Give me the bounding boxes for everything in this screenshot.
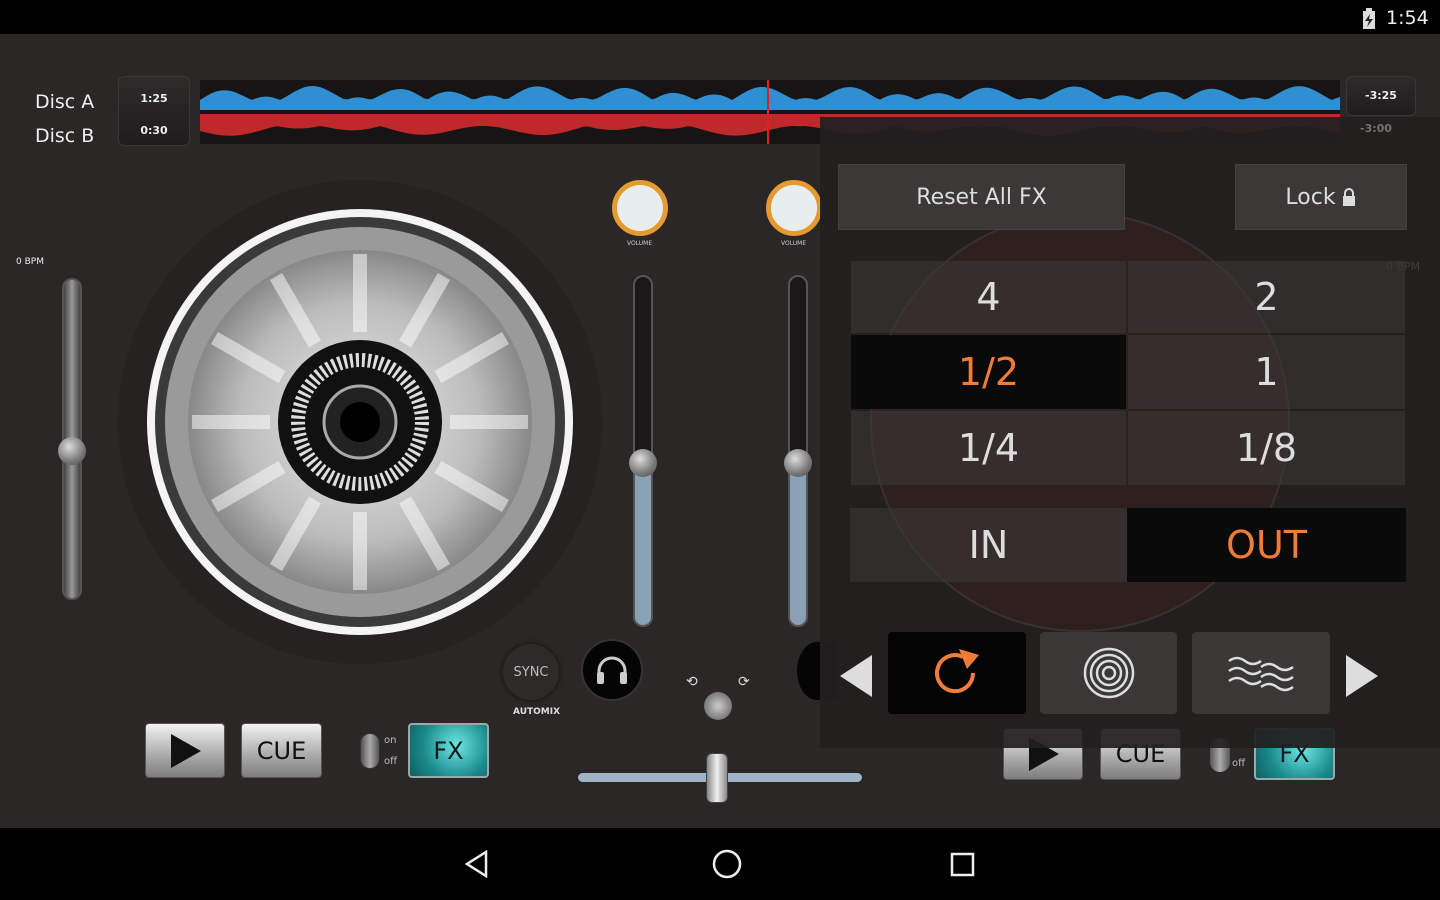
- play-button[interactable]: [145, 723, 225, 778]
- crossfader-thumb[interactable]: [706, 753, 728, 803]
- lock-label: Lock: [1285, 184, 1336, 210]
- channel-fader-a-thumb[interactable]: [629, 449, 657, 477]
- beat-length-grid: 4 2 1/2 1 1/4 1/8: [850, 260, 1406, 486]
- headphone-cue-button[interactable]: [581, 639, 643, 701]
- sync-button[interactable]: SYNC: [503, 644, 559, 700]
- battery-charging-icon: [1363, 8, 1375, 29]
- disc-b-remaining: -3:00: [1360, 122, 1392, 135]
- reset-all-fx-button[interactable]: Reset All FX: [838, 164, 1125, 230]
- volume-knob-b[interactable]: [766, 180, 822, 236]
- fx-prev-arrow-icon[interactable]: [840, 655, 874, 697]
- loop-icon: [935, 649, 979, 694]
- volume-label-b: VOLUME: [781, 240, 807, 247]
- crossfader-curve-knob[interactable]: [704, 692, 732, 720]
- waveform-disc-a: [200, 86, 1340, 110]
- elapsed-time-box: 1:25 0:30: [118, 76, 190, 146]
- disc-a-remaining: -3:25: [1365, 89, 1397, 102]
- play-icon: [171, 733, 201, 768]
- on-off-toggle[interactable]: [360, 733, 380, 769]
- lock-icon: [1342, 188, 1355, 206]
- spiral-icon: [1083, 647, 1134, 699]
- loop-in-button[interactable]: IN: [850, 508, 1127, 582]
- status-bar: 1:54: [0, 0, 1440, 34]
- beat-length-1-8[interactable]: 1/8: [1128, 411, 1405, 485]
- remaining-time-box: -3:25: [1346, 76, 1416, 116]
- disc-b-label: Disc B: [35, 125, 95, 147]
- fx-next-arrow-icon[interactable]: [1344, 655, 1378, 697]
- volume-label-a: VOLUME: [627, 240, 653, 247]
- bpm-readout: 0 BPM: [16, 257, 44, 267]
- clock: 1:54: [1386, 7, 1429, 29]
- loop-out-button[interactable]: OUT: [1127, 508, 1406, 582]
- disc-a-elapsed: 1:25: [140, 92, 168, 105]
- home-icon[interactable]: [711, 848, 743, 880]
- beat-length-1-4[interactable]: 1/4: [851, 411, 1126, 485]
- disc-a-label: Disc A: [35, 91, 95, 113]
- waves-icon: [1228, 656, 1294, 692]
- volume-knob-a[interactable]: [612, 180, 668, 236]
- back-icon[interactable]: [464, 850, 490, 878]
- recents-icon[interactable]: [950, 852, 976, 878]
- crossfader-curve-left-icon[interactable]: ⟲: [686, 674, 698, 690]
- navigation-bar: [0, 828, 1440, 900]
- beat-length-1-2[interactable]: 1/2: [851, 335, 1126, 409]
- toggle-off-label: off: [384, 756, 398, 767]
- crossfader-curve-right-icon[interactable]: ⟳: [738, 674, 750, 690]
- automix-label: AUTOMIX: [513, 707, 561, 717]
- jog-wheel[interactable]: [118, 180, 602, 664]
- toggle-on-label: on: [384, 735, 397, 746]
- headphones-icon: [597, 656, 627, 684]
- fx-loop-button[interactable]: [888, 632, 1026, 714]
- beat-length-1[interactable]: 1: [1128, 335, 1405, 409]
- toggle-off-label-b: off: [1232, 758, 1246, 769]
- lock-button[interactable]: Lock: [1235, 164, 1407, 230]
- beat-length-2[interactable]: 2: [1128, 261, 1405, 333]
- fx-waves-button[interactable]: [1192, 632, 1330, 714]
- disc-b-elapsed: 0:30: [140, 124, 168, 137]
- pitch-slider-thumb[interactable]: [58, 437, 86, 465]
- beat-length-4[interactable]: 4: [851, 261, 1126, 333]
- fx-panel: 0 BPM Reset All FX Lock 421/211/41/8 IN …: [820, 117, 1440, 748]
- cue-button[interactable]: CUE: [241, 723, 322, 778]
- channel-fader-b-thumb[interactable]: [784, 449, 812, 477]
- fx-spiral-button[interactable]: [1040, 632, 1177, 714]
- fx-button[interactable]: FX: [408, 723, 489, 778]
